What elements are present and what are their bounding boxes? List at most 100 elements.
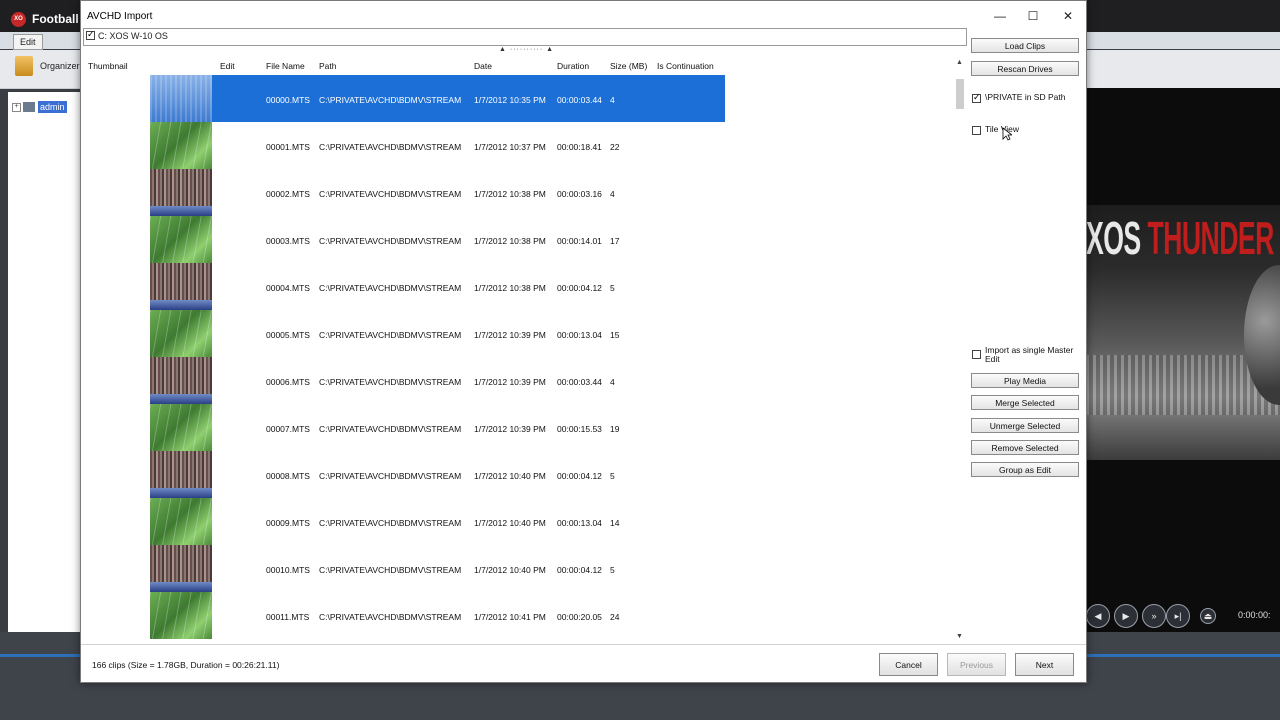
clip-thumbnail[interactable] [150, 592, 212, 639]
clip-grid: Thumbnail Edit File Name Path Date Durat… [81, 56, 965, 644]
cell-path: C:\PRIVATE\AVCHD\BDMV\STREAM [319, 95, 462, 105]
private-in-sd-path-checkbox[interactable] [972, 92, 981, 103]
merge-selected-button[interactable]: Merge Selected [971, 395, 1079, 410]
cell-path: C:\PRIVATE\AVCHD\BDMV\STREAM [319, 142, 462, 152]
clip-thumbnail[interactable] [150, 404, 212, 451]
table-row[interactable]: 00008.MTS C:\PRIVATE\AVCHD\BDMV\STREAM 1/7… [81, 451, 951, 498]
tile-view-checkbox[interactable] [972, 126, 981, 135]
clip-thumbnail[interactable] [150, 451, 212, 498]
folder-icon[interactable] [15, 56, 33, 76]
column-is-continuation[interactable]: Is Continuation [657, 61, 714, 71]
vertical-scrollbar[interactable]: ▲ ▼ [955, 57, 965, 643]
cell-duration: 00:00:03.44 [557, 377, 602, 387]
previous-button[interactable]: Previous [947, 653, 1006, 676]
cell-path: C:\PRIVATE\AVCHD\BDMV\STREAM [319, 283, 462, 293]
column-edit[interactable]: Edit [220, 61, 235, 71]
clip-thumbnail[interactable] [150, 545, 212, 592]
grid-header: Thumbnail Edit File Name Path Date Durat… [81, 56, 961, 74]
eject-icon[interactable]: ⏏ [1200, 608, 1216, 624]
cancel-button[interactable]: Cancel [879, 653, 938, 676]
mouse-cursor-icon [1002, 127, 1012, 141]
play-icon[interactable]: ▶ [1114, 604, 1138, 628]
cell-file-name: 00006.MTS [266, 377, 310, 387]
rescan-drives-button[interactable]: Rescan Drives [971, 61, 1079, 76]
load-clips-button[interactable]: Load Clips [971, 38, 1079, 53]
table-row[interactable]: 00007.MTS C:\PRIVATE\AVCHD\BDMV\STREAM 1/7… [81, 404, 951, 451]
clip-thumbnail[interactable] [150, 122, 212, 169]
cell-size: 22 [610, 142, 620, 152]
close-icon[interactable]: ✕ [1051, 7, 1085, 25]
fast-forward-icon[interactable]: » [1142, 604, 1166, 628]
cell-date: 1/7/2012 10:38 PM [474, 236, 546, 246]
clip-thumbnail[interactable] [150, 216, 212, 263]
step-forward-icon[interactable]: ▸| [1166, 604, 1190, 628]
clip-thumbnail[interactable] [150, 75, 212, 122]
table-row[interactable]: 00003.MTS C:\PRIVATE\AVCHD\BDMV\STREAM 1/7… [81, 216, 951, 263]
unmerge-selected-button[interactable]: Unmerge Selected [971, 418, 1079, 433]
table-row[interactable]: 00010.MTS C:\PRIVATE\AVCHD\BDMV\STREAM 1/7… [81, 545, 951, 592]
play-media-button[interactable]: Play Media [971, 373, 1079, 388]
column-size[interactable]: Size (MB) [610, 61, 647, 71]
minimize-icon[interactable]: — [983, 7, 1017, 25]
user-group-icon [23, 102, 35, 112]
cell-size: 5 [610, 471, 615, 481]
table-row[interactable]: 00001.MTS C:\PRIVATE\AVCHD\BDMV\STREAM 1/7… [81, 122, 951, 169]
cell-size: 4 [610, 189, 615, 199]
cell-duration: 00:00:20.05 [557, 612, 602, 622]
cell-size: 15 [610, 330, 620, 340]
dialog-title: AVCHD Import [87, 11, 153, 22]
cell-size: 4 [610, 95, 615, 105]
column-thumbnail[interactable]: Thumbnail [88, 61, 128, 71]
cell-date: 1/7/2012 10:41 PM [474, 612, 546, 622]
cell-duration: 00:00:14.01 [557, 236, 602, 246]
scroll-up-icon[interactable]: ▲ [956, 59, 963, 66]
cell-path: C:\PRIVATE\AVCHD\BDMV\STREAM [319, 330, 462, 340]
cell-path: C:\PRIVATE\AVCHD\BDMV\STREAM [319, 189, 462, 199]
scroll-down-icon[interactable]: ▼ [956, 633, 963, 640]
splitter-handle[interactable]: ▲ ·········· ▲ [499, 46, 554, 53]
previous-frame-icon[interactable]: ◀ [1086, 604, 1110, 628]
next-button[interactable]: Next [1015, 653, 1074, 676]
clip-thumbnail[interactable] [150, 357, 212, 404]
tree-expand-icon[interactable]: + [12, 103, 21, 112]
clip-thumbnail[interactable] [150, 169, 212, 216]
video-title-red: THUNDER [1147, 212, 1274, 264]
table-row[interactable]: 00006.MTS C:\PRIVATE\AVCHD\BDMV\STREAM 1/7… [81, 357, 951, 404]
cell-path: C:\PRIVATE\AVCHD\BDMV\STREAM [319, 565, 462, 575]
clip-thumbnail[interactable] [150, 310, 212, 357]
maximize-icon[interactable]: ☐ [1016, 7, 1050, 25]
cell-path: C:\PRIVATE\AVCHD\BDMV\STREAM [319, 424, 462, 434]
tree-panel [8, 92, 80, 632]
drive-label[interactable]: C: XOS W-10 OS [98, 31, 168, 41]
cell-file-name: 00008.MTS [266, 471, 310, 481]
column-duration[interactable]: Duration [557, 61, 589, 71]
import-single-master-checkbox[interactable] [972, 350, 981, 359]
video-title-white: XOS [1086, 212, 1148, 264]
footer-separator [81, 644, 1086, 645]
tree-item-admin[interactable]: admin [38, 101, 67, 113]
clip-thumbnail[interactable] [150, 263, 212, 310]
cell-date: 1/7/2012 10:38 PM [474, 189, 546, 199]
cell-file-name: 00005.MTS [266, 330, 310, 340]
cell-file-name: 00010.MTS [266, 565, 310, 575]
group-as-edit-button[interactable]: Group as Edit [971, 462, 1079, 477]
cell-path: C:\PRIVATE\AVCHD\BDMV\STREAM [319, 612, 462, 622]
cell-path: C:\PRIVATE\AVCHD\BDMV\STREAM [319, 377, 462, 387]
column-date[interactable]: Date [474, 61, 492, 71]
clip-thumbnail[interactable] [150, 498, 212, 545]
table-row[interactable]: 00009.MTS C:\PRIVATE\AVCHD\BDMV\STREAM 1/7… [81, 498, 951, 545]
table-row[interactable]: 00002.MTS C:\PRIVATE\AVCHD\BDMV\STREAM 1/7… [81, 169, 951, 216]
organizer-label[interactable]: Organizer [40, 61, 80, 71]
remove-selected-button[interactable]: Remove Selected [971, 440, 1079, 455]
scroll-thumb[interactable] [956, 79, 964, 109]
cell-duration: 00:00:13.04 [557, 330, 602, 340]
table-row[interactable]: 00004.MTS C:\PRIVATE\AVCHD\BDMV\STREAM 1/7… [81, 263, 951, 310]
drive-checkbox[interactable] [86, 29, 95, 40]
menu-edit[interactable]: Edit [13, 34, 43, 50]
table-row[interactable]: 00011.MTS C:\PRIVATE\AVCHD\BDMV\STREAM 1/7… [81, 592, 951, 639]
video-title-graphic: XOS THUNDER [1086, 212, 1274, 264]
table-row[interactable]: 00005.MTS C:\PRIVATE\AVCHD\BDMV\STREAM 1/7… [81, 310, 951, 357]
table-row[interactable]: 00000.MTS C:\PRIVATE\AVCHD\BDMV\STREAM 1/7… [81, 75, 951, 122]
column-path[interactable]: Path [319, 61, 337, 71]
column-file-name[interactable]: File Name [266, 61, 305, 71]
